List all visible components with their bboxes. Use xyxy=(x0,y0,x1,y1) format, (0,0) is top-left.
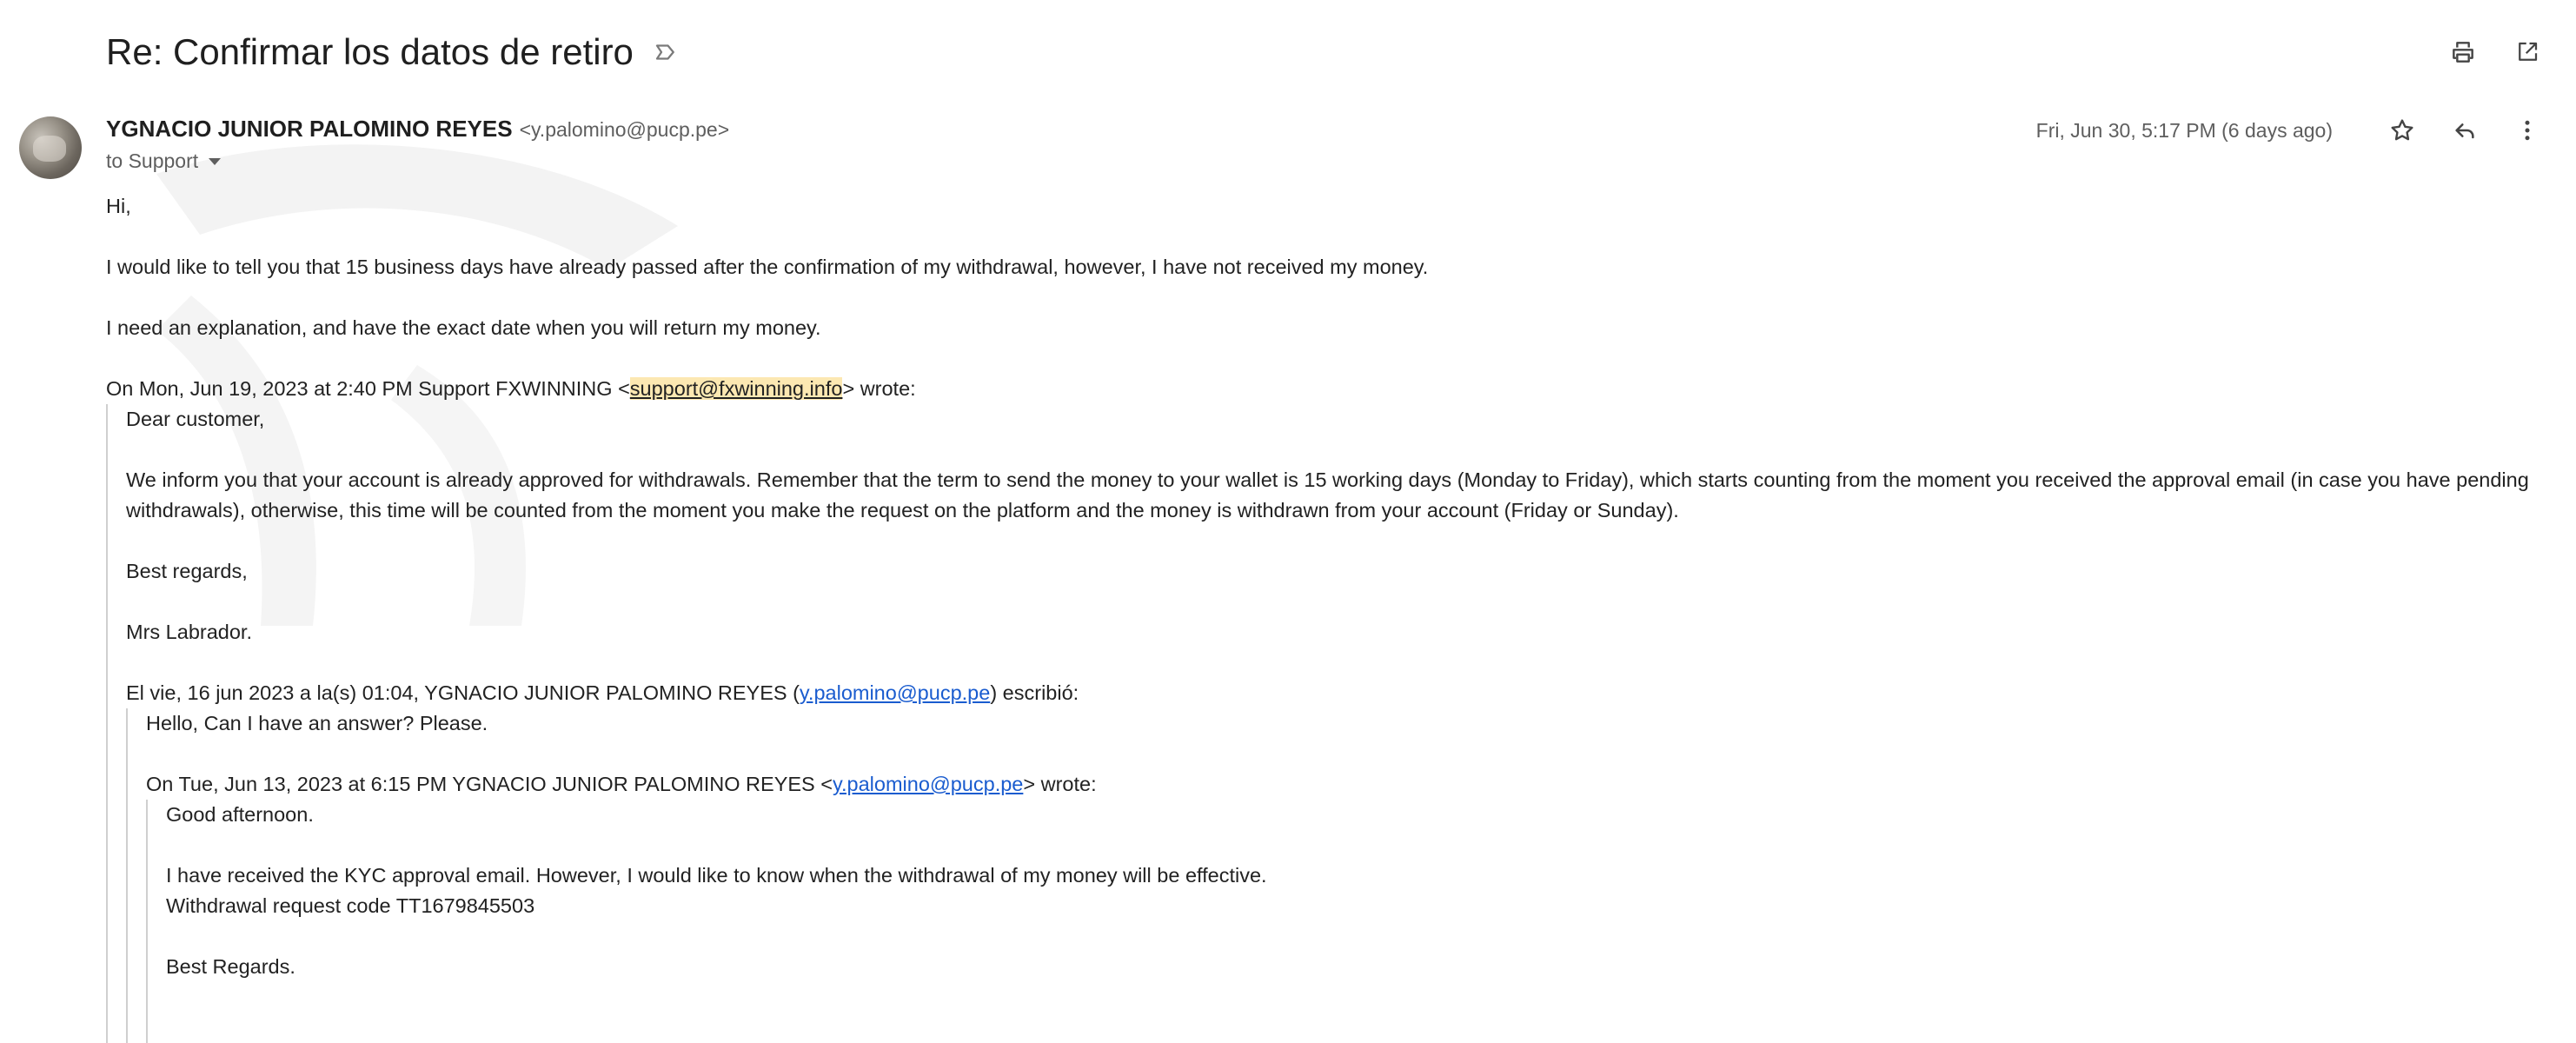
quote3-regards: Best Regards. xyxy=(166,955,295,978)
top-actions xyxy=(2444,33,2546,71)
quote3-greeting: Good afternoon. xyxy=(166,803,314,826)
quote-header-3: On Tue, Jun 13, 2023 at 6:15 PM YGNACIO … xyxy=(146,769,2539,800)
quote1-signature: Mrs Labrador. xyxy=(126,621,252,643)
message-date: Fri, Jun 30, 5:17 PM (6 days ago) xyxy=(2035,118,2333,142)
subject-row: Re: Confirmar los datos de retiro xyxy=(106,26,679,78)
quote1-greeting: Dear customer, xyxy=(126,408,265,430)
quote1-regards: Best regards, xyxy=(126,560,248,582)
quote-header-2-suffix: ) escribió: xyxy=(990,681,1079,704)
quoted-message-2: Hello, Can I have an answer? Please. On … xyxy=(126,708,2539,1043)
quote3-line-2: Withdrawal request code TT1679845503 xyxy=(166,894,535,917)
email-subject: Re: Confirmar los datos de retiro xyxy=(106,31,634,72)
star-icon[interactable] xyxy=(2383,111,2421,149)
quote-header-1: On Mon, Jun 19, 2023 at 2:40 PM Support … xyxy=(106,374,2539,404)
quote-header-3-text: On Tue, Jun 13, 2023 at 6:15 PM YGNACIO … xyxy=(146,773,833,795)
recipients-toggle[interactable]: to Support xyxy=(106,149,222,173)
print-icon[interactable] xyxy=(2444,33,2482,71)
quote3-line-1: I have received the KYC approval email. … xyxy=(166,864,1267,887)
greeting: Hi, xyxy=(106,195,131,217)
message-body: Hi, I would like to tell you that 15 bus… xyxy=(106,191,2539,1043)
quoted-message-1: Dear customer, We inform you that your a… xyxy=(106,404,2539,1043)
quote-header-2: El vie, 16 jun 2023 a la(s) 01:04, YGNAC… xyxy=(126,678,2539,708)
label-icon[interactable] xyxy=(653,39,679,65)
quote-header-2-text: El vie, 16 jun 2023 a la(s) 01:04, YGNAC… xyxy=(126,681,800,704)
sender-email-link-2[interactable]: y.palomino@pucp.pe xyxy=(833,773,1023,795)
body-line-1: I would like to tell you that 15 busines… xyxy=(106,256,1429,278)
quote1-paragraph: We inform you that your account is alrea… xyxy=(126,468,2529,522)
reply-icon[interactable] xyxy=(2446,111,2484,149)
message-meta: Fri, Jun 30, 5:17 PM (6 days ago) xyxy=(2036,111,2546,149)
sender-name[interactable]: YGNACIO JUNIOR PALOMINO REYES xyxy=(106,116,513,143)
more-vert-icon[interactable] xyxy=(2508,111,2546,149)
open-in-new-window-icon[interactable] xyxy=(2508,33,2546,71)
sender-email-link-1[interactable]: y.palomino@pucp.pe xyxy=(800,681,990,704)
quote2-line: Hello, Can I have an answer? Please. xyxy=(146,712,488,734)
chevron-down-icon[interactable] xyxy=(209,157,222,165)
body-line-2: I need an explanation, and have the exac… xyxy=(106,316,821,339)
quote-header-1-text: On Mon, Jun 19, 2023 at 2:40 PM Support … xyxy=(106,377,630,400)
recipients-label: to Support xyxy=(106,149,199,172)
sender-row: YGNACIO JUNIOR PALOMINO REYES <y.palomin… xyxy=(106,116,729,147)
sender-email: <y.palomino@pucp.pe> xyxy=(519,118,730,141)
avatar[interactable] xyxy=(19,116,82,179)
quote-header-3-suffix: > wrote: xyxy=(1023,773,1097,795)
support-email-link[interactable]: support@fxwinning.info xyxy=(629,377,843,400)
quote-header-1-suffix: > wrote: xyxy=(842,377,916,400)
quoted-message-3: Good afternoon. I have received the KYC … xyxy=(146,800,2539,1043)
